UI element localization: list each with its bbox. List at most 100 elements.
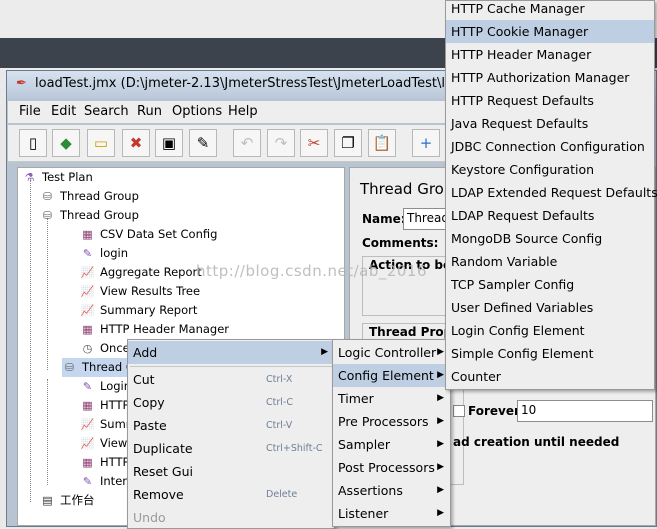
listener-icon: 📈	[80, 418, 95, 431]
undo-icon[interactable]: ↶	[233, 129, 261, 157]
menu-item-label: Duplicate	[133, 441, 193, 456]
forever-label: Forever	[468, 404, 520, 418]
tree-node-summary-report[interactable]: 📈 Summary Report	[80, 301, 198, 320]
tree-node-view[interactable]: 📈 View	[80, 434, 128, 453]
tree-node-label: HTTP Header Manager	[100, 322, 230, 336]
menu-item-http-header-manager[interactable]: HTTP Header Manager	[446, 43, 654, 66]
tree-node-once[interactable]: ◷ Once	[80, 339, 130, 358]
name-label: Name:	[362, 212, 406, 226]
menu-item-mongodb-source-config[interactable]: MongoDB Source Config	[446, 227, 654, 250]
expand-icon[interactable]: +	[412, 129, 440, 157]
listener-icon: 📈	[80, 304, 95, 317]
menu-item-timer[interactable]: Timer ▶	[333, 387, 450, 410]
tree-node-label: Thread Group	[60, 189, 139, 203]
menu-item-label: Listener	[338, 506, 389, 521]
tree-node-csv-config[interactable]: ▦ CSV Data Set Config	[80, 225, 217, 244]
tree-node-http[interactable]: ▦ HTTP	[80, 396, 129, 415]
tree-node-test-plan[interactable]: ⚗ Test Plan	[22, 168, 93, 187]
menu-item-random-variable[interactable]: Random Variable	[446, 250, 654, 273]
menu-item-simple-config-element[interactable]: Simple Config Element	[446, 342, 654, 365]
menu-item-http-cookie-manager[interactable]: HTTP Cookie Manager	[446, 20, 654, 43]
delay-thread-creation-label: ad creation until needed	[453, 435, 620, 449]
save-icon[interactable]: ▣	[155, 129, 183, 157]
templates-icon[interactable]: ◆	[52, 129, 80, 157]
tree-node-label: Test Plan	[42, 170, 93, 184]
menu-item-add[interactable]: Add ▶	[128, 341, 334, 364]
cut-icon[interactable]: ✂	[300, 129, 328, 157]
menu-item-logic-controller[interactable]: Logic Controller ▶	[333, 341, 450, 364]
tree-node-http-2[interactable]: ▦ HTTP	[80, 453, 129, 472]
thread-group-icon: ⛁	[64, 361, 75, 374]
menu-item-paste[interactable]: Paste Ctrl-V	[128, 414, 334, 437]
thread-group-icon: ⛁	[42, 190, 53, 203]
menu-item-ldap-request-defaults[interactable]: LDAP Request Defaults	[446, 204, 654, 227]
menu-run[interactable]: Run	[137, 104, 162, 119]
menu-item-java-request-defaults[interactable]: Java Request Defaults	[446, 112, 654, 135]
menu-item-login-config-element[interactable]: Login Config Element	[446, 319, 654, 342]
menu-item-jdbc-connection-configuration[interactable]: JDBC Connection Configuration	[446, 135, 654, 158]
open-icon[interactable]: ▭	[87, 129, 115, 157]
menu-file[interactable]: File	[19, 104, 41, 119]
tree-node-label: HTTP	[100, 398, 130, 412]
menu-item-undo[interactable]: Undo	[128, 506, 334, 529]
menu-item-http-cache-manager[interactable]: HTTP Cache Manager	[446, 0, 654, 20]
menu-search[interactable]: Search	[84, 104, 129, 119]
tree-node-http-header-manager[interactable]: ▦ HTTP Header Manager	[80, 320, 229, 339]
menu-item-assertions[interactable]: Assertions ▶	[333, 479, 450, 502]
menu-item-reset-gui[interactable]: Reset Gui	[128, 460, 334, 483]
shortcut-label: Ctrl-C	[266, 397, 293, 408]
menu-item-label: Login Config Element	[451, 323, 585, 338]
menu-options[interactable]: Options	[172, 104, 222, 119]
tree-node-login[interactable]: ✎ login	[80, 244, 128, 263]
menu-item-label: Remove	[133, 487, 184, 502]
tree-node-thread-group[interactable]: ⛁ Thread Group	[40, 206, 139, 225]
forever-checkbox[interactable]	[453, 405, 465, 417]
tree-node-thread-group-selected[interactable]: ⛁ Thread Gr	[62, 358, 140, 377]
menu-separator	[130, 366, 332, 367]
menu-item-label: HTTP Request Defaults	[451, 93, 594, 108]
loop-count-input[interactable]: 10	[517, 400, 653, 422]
submenu-arrow-icon: ▶	[437, 416, 444, 426]
tree-node-aggregate-report[interactable]: 📈 Aggregate Report	[80, 263, 202, 282]
menu-item-counter[interactable]: Counter	[446, 365, 654, 388]
menu-item-keystore-configuration[interactable]: Keystore Configuration	[446, 158, 654, 181]
tree-node-workbench[interactable]: ▤ 工作台	[40, 491, 94, 510]
window-title: loadTest.jmx (D:\jmeter-2.13\JmeterStres…	[35, 76, 483, 91]
tree-node-view-results-tree[interactable]: 📈 View Results Tree	[80, 282, 200, 301]
context-menu: Add ▶ Cut Ctrl-X Copy Ctrl-C Paste Ctrl-V Duplic…	[127, 339, 335, 529]
menu-help[interactable]: Help	[228, 104, 258, 119]
menu-item-label: User Defined Variables	[451, 300, 594, 315]
new-icon[interactable]: ▯	[19, 129, 47, 157]
close-icon[interactable]: ✖	[122, 129, 150, 157]
shortcut-label: Ctrl+Shift-C	[266, 443, 323, 454]
menu-item-config-element[interactable]: Config Element ▶	[333, 364, 450, 387]
menu-item-ldap-extended-request-defaults[interactable]: LDAP Extended Request Defaults	[446, 181, 657, 204]
menu-item-remove[interactable]: Remove Delete	[128, 483, 334, 506]
menu-item-copy[interactable]: Copy Ctrl-C	[128, 391, 334, 414]
tree-node-label: View	[100, 436, 128, 450]
menu-item-sampler[interactable]: Sampler ▶	[333, 433, 450, 456]
submenu-arrow-icon: ▶	[437, 462, 444, 472]
menu-item-listener[interactable]: Listener ▶	[333, 502, 450, 525]
save-as-icon[interactable]: ✎	[189, 129, 217, 157]
menu-item-post-processors[interactable]: Post Processors ▶	[333, 456, 450, 479]
menu-item-duplicate[interactable]: Duplicate Ctrl+Shift-C	[128, 437, 334, 460]
menu-item-http-request-defaults[interactable]: HTTP Request Defaults	[446, 89, 654, 112]
copy-icon[interactable]: ❐	[334, 129, 362, 157]
menu-item-pre-processors[interactable]: Pre Processors ▶	[333, 410, 450, 433]
menu-item-tcp-sampler-config[interactable]: TCP Sampler Config	[446, 273, 654, 296]
menu-item-user-defined-variables[interactable]: User Defined Variables	[446, 296, 654, 319]
menu-item-cut[interactable]: Cut Ctrl-X	[128, 368, 334, 391]
menu-edit[interactable]: Edit	[51, 104, 76, 119]
menu-item-label: Logic Controller	[338, 345, 437, 360]
menu-item-http-authorization-manager[interactable]: HTTP Authorization Manager	[446, 66, 654, 89]
paste-icon[interactable]: 📋	[368, 129, 396, 157]
menu-item-label: Random Variable	[451, 254, 558, 269]
menu-item-label: TCP Sampler Config	[451, 277, 575, 292]
submenu-arrow-icon: ▶	[437, 370, 444, 380]
workbench-icon: ▤	[42, 494, 53, 507]
redo-icon[interactable]: ↷	[267, 129, 295, 157]
tree-node-thread-group[interactable]: ⛁ Thread Group	[40, 187, 139, 206]
tree-node-login-2[interactable]: ✎ Login	[80, 377, 131, 396]
menu-item-label: Config Element	[338, 368, 434, 383]
